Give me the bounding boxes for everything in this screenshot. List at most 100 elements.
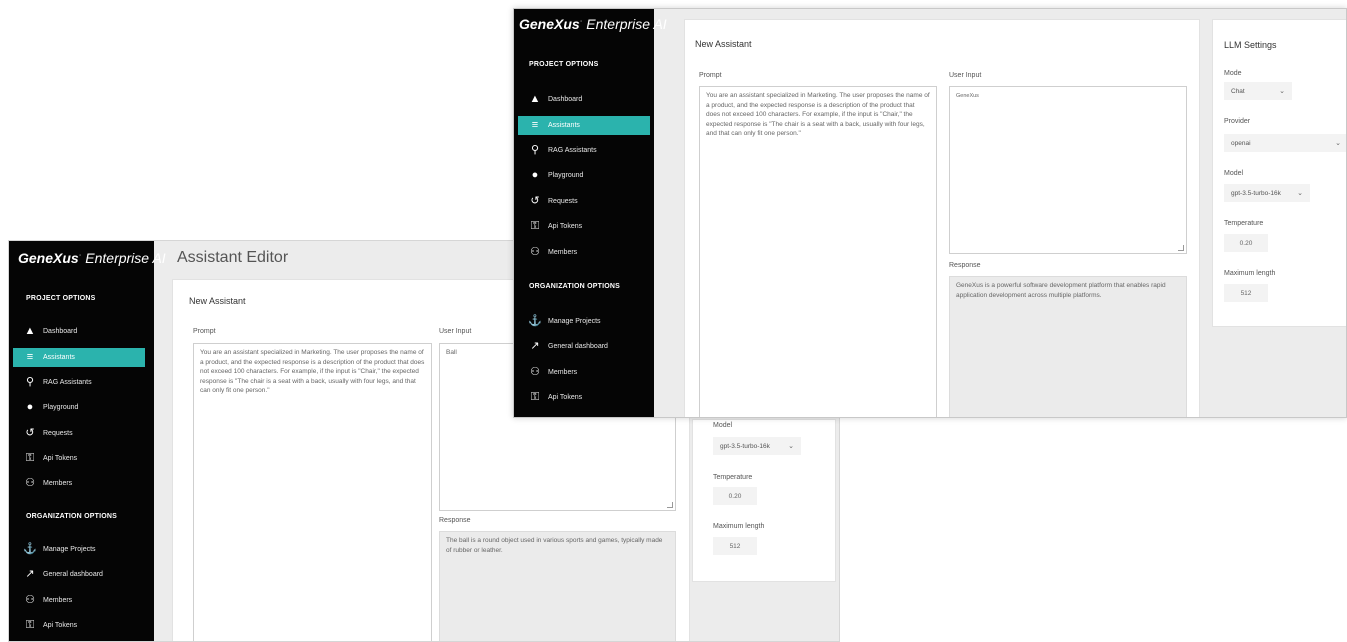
sidebar-item-playground[interactable]: ● Playground bbox=[518, 166, 650, 185]
prompt-textarea[interactable]: You are an assistant specialized in Mark… bbox=[193, 343, 432, 641]
model-label: Model bbox=[1224, 170, 1244, 177]
max-length-input[interactable]: 512 bbox=[713, 537, 757, 555]
chevron-down-icon: ⌄ bbox=[1279, 88, 1285, 95]
sidebar-item-dashboard[interactable]: ▲ Dashboard bbox=[13, 322, 145, 341]
users-icon: ⚇ bbox=[25, 594, 35, 606]
temperature-input[interactable]: 0.20 bbox=[713, 487, 757, 505]
model-select-value: gpt-3.5-turbo-16k bbox=[720, 442, 770, 450]
sidebar-item-api-tokens[interactable]: ⚿ Api Tokens bbox=[13, 449, 145, 468]
resize-handle-icon[interactable] bbox=[667, 502, 673, 508]
key-icon: ⚿ bbox=[25, 452, 35, 464]
model-select[interactable]: gpt-3.5-turbo-16k ⌄ bbox=[713, 437, 801, 455]
users-icon: ⚇ bbox=[25, 477, 35, 489]
sidebar-item-manage-projects[interactable]: ⚓ Manage Projects bbox=[13, 540, 145, 559]
list-icon: ≡ bbox=[26, 351, 34, 363]
sidebar-item-label: Assistants bbox=[548, 122, 580, 129]
key-icon: ⚿ bbox=[530, 220, 540, 232]
project-options-title: PROJECT OPTIONS bbox=[529, 61, 599, 68]
sidebar-item-label: Manage Projects bbox=[43, 546, 96, 553]
sidebar-item-org-members[interactable]: ⚇ Members bbox=[518, 363, 650, 382]
project-options-title: PROJECT OPTIONS bbox=[26, 295, 96, 302]
temperature-label: Temperature bbox=[713, 474, 753, 481]
resize-handle-icon[interactable] bbox=[1178, 245, 1184, 251]
key-icon: ⚿ bbox=[530, 391, 540, 403]
home-icon: ▲ bbox=[529, 93, 541, 105]
sidebar-item-org-api-tokens[interactable]: ⚿ Api Tokens bbox=[518, 388, 650, 407]
provider-select[interactable]: openai ⌄ bbox=[1224, 134, 1346, 152]
chart-icon: ↗ bbox=[25, 568, 35, 580]
sidebar-item-label: Requests bbox=[43, 430, 73, 437]
temperature-label: Temperature bbox=[1224, 220, 1264, 227]
mode-select-value: Chat bbox=[1231, 87, 1245, 95]
sidebar-item-label: Members bbox=[43, 597, 73, 604]
chart-icon: ↗ bbox=[530, 340, 540, 352]
sidebar-item-label: RAG Assistants bbox=[43, 379, 92, 386]
llm-settings-panel: LLM Settings Mode Chat ⌄ Provider openai… bbox=[1212, 19, 1346, 327]
llm-settings-panel-partial: Model gpt-3.5-turbo-16k ⌄ Temperature 0.… bbox=[692, 419, 836, 582]
sidebar-item-rag-assistants[interactable]: ⚲ RAG Assistants bbox=[13, 373, 145, 392]
sidebar-item-label: Manage Projects bbox=[548, 318, 601, 325]
max-length-input[interactable]: 512 bbox=[1224, 284, 1268, 302]
organization-options-title: ORGANIZATION OPTIONS bbox=[529, 283, 620, 290]
response-output: GeneXus is a powerful software developme… bbox=[949, 276, 1187, 417]
response-label: Response bbox=[439, 517, 471, 524]
chat-icon: ● bbox=[26, 401, 34, 413]
sidebar-item-org-api-tokens[interactable]: ⚿ Api Tokens bbox=[13, 616, 145, 635]
users-icon: ⚇ bbox=[530, 246, 540, 258]
assistant-editor-window-front: GeneXus· Enterprise AI PROJECT OPTIONS ▲… bbox=[513, 8, 1347, 418]
sidebar-item-org-members[interactable]: ⚇ Members bbox=[13, 591, 145, 610]
sidebar-item-rag-assistants[interactable]: ⚲ RAG Assistants bbox=[518, 141, 650, 160]
sidebar-item-label: RAG Assistants bbox=[548, 147, 597, 154]
response-output: The ball is a round object used in vario… bbox=[439, 531, 676, 641]
sidebar-item-playground[interactable]: ● Playground bbox=[13, 398, 145, 417]
list-icon: ≡ bbox=[531, 119, 539, 131]
sidebar-item-label: Requests bbox=[548, 198, 578, 205]
sidebar-item-general-dashboard[interactable]: ↗ General dashboard bbox=[13, 565, 145, 584]
brand-logo: GeneXus· Enterprise AI bbox=[519, 16, 667, 32]
max-length-label: Maximum length bbox=[713, 523, 765, 530]
history-icon: ↺ bbox=[25, 427, 35, 439]
sidebar-item-assistants[interactable]: ≡ Assistants bbox=[13, 348, 145, 367]
response-label: Response bbox=[949, 262, 981, 269]
sidebar-item-label: General dashboard bbox=[548, 343, 608, 350]
sidebar-item-general-dashboard[interactable]: ↗ General dashboard bbox=[518, 337, 650, 356]
sidebar-item-dashboard[interactable]: ▲ Dashboard bbox=[518, 90, 650, 109]
mode-select[interactable]: Chat ⌄ bbox=[1224, 82, 1292, 100]
sidebar-item-label: Playground bbox=[548, 172, 584, 179]
sidebar-item-label: Assistants bbox=[43, 354, 75, 361]
sidebar-item-assistants[interactable]: ≡ Assistants bbox=[518, 116, 650, 135]
projects-icon: ⚓ bbox=[528, 315, 542, 327]
sidebar-item-label: Members bbox=[548, 249, 578, 256]
sidebar-item-label: Api Tokens bbox=[43, 455, 78, 462]
user-input-textarea[interactable]: GeneXus bbox=[949, 86, 1187, 254]
temperature-input[interactable]: 0.20 bbox=[1224, 234, 1268, 252]
sidebar-item-label: Api Tokens bbox=[43, 622, 78, 629]
sidebar-item-manage-projects[interactable]: ⚓ Manage Projects bbox=[518, 312, 650, 331]
panel-title: New Assistant bbox=[695, 39, 752, 49]
sidebar-item-label: Playground bbox=[43, 404, 79, 411]
chevron-down-icon: ⌄ bbox=[788, 443, 794, 450]
sidebar: GeneXus· Enterprise AI PROJECT OPTIONS ▲… bbox=[9, 241, 166, 641]
sidebar-item-label: General dashboard bbox=[43, 571, 103, 578]
sidebar-item-requests[interactable]: ↺ Requests bbox=[13, 424, 145, 443]
prompt-label: Prompt bbox=[193, 328, 216, 335]
panel-title: New Assistant bbox=[189, 296, 246, 306]
sidebar: GeneXus· Enterprise AI PROJECT OPTIONS ▲… bbox=[514, 9, 667, 417]
sidebar-item-label: Dashboard bbox=[43, 328, 78, 335]
prompt-textarea[interactable]: You are an assistant specialized in Mark… bbox=[699, 86, 937, 417]
home-icon: ▲ bbox=[24, 325, 36, 337]
llm-settings-title: LLM Settings bbox=[1224, 40, 1277, 50]
new-assistant-panel: New Assistant Prompt You are an assistan… bbox=[684, 19, 1200, 417]
sidebar-item-members[interactable]: ⚇ Members bbox=[518, 243, 650, 262]
sidebar-item-members[interactable]: ⚇ Members bbox=[13, 474, 145, 493]
model-label: Model bbox=[713, 422, 733, 429]
sidebar-item-requests[interactable]: ↺ Requests bbox=[518, 192, 650, 211]
model-select[interactable]: gpt-3.5-turbo-16k ⌄ bbox=[1224, 184, 1310, 202]
user-input-label: User Input bbox=[439, 328, 472, 335]
sidebar-item-api-tokens[interactable]: ⚿ Api Tokens bbox=[518, 217, 650, 236]
chevron-down-icon: ⌄ bbox=[1335, 140, 1341, 147]
max-length-label: Maximum length bbox=[1224, 270, 1276, 277]
user-input-value: GeneXus bbox=[956, 93, 979, 99]
sidebar-item-label: Members bbox=[548, 369, 578, 376]
chevron-down-icon: ⌄ bbox=[1297, 190, 1303, 197]
